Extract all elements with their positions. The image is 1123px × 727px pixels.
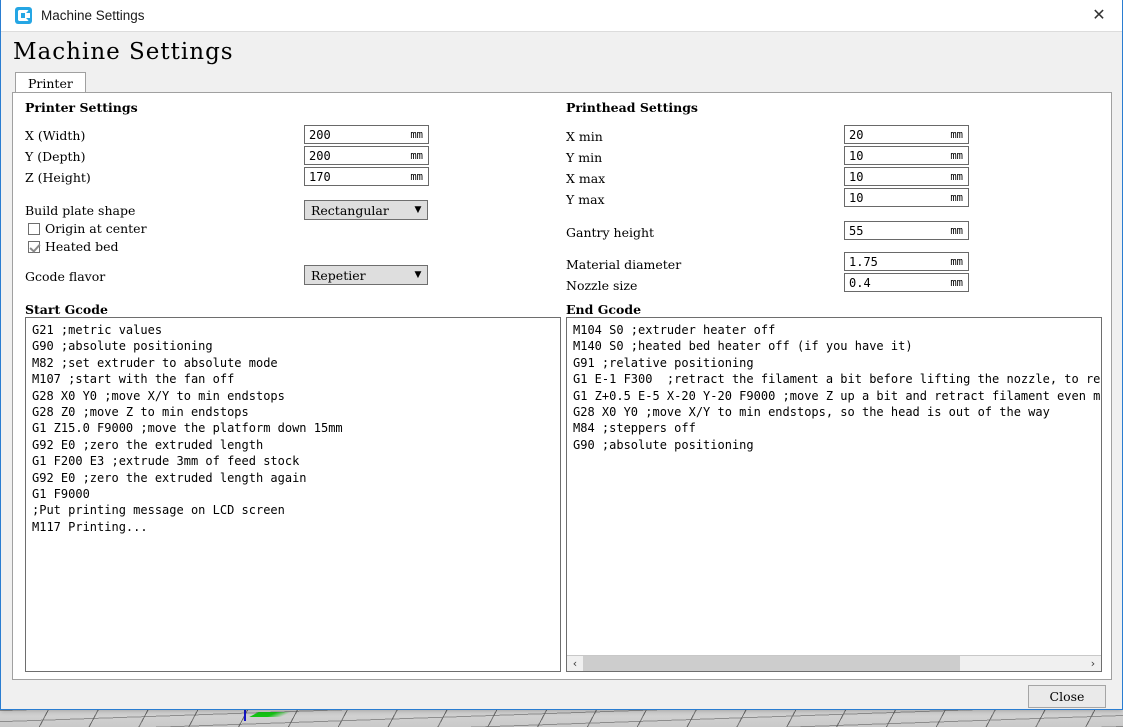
field-material-diameter[interactable]: 1.75 mm (844, 252, 969, 271)
field-y-max-value: 10 (845, 191, 950, 205)
field-gantry-height-unit: mm (950, 225, 968, 237)
checkbox-origin-at-center-box (28, 223, 40, 235)
start-gcode-textarea[interactable]: G21 ;metric values G90 ;absolute positio… (25, 317, 561, 672)
start-gcode-text: G21 ;metric values G90 ;absolute positio… (26, 318, 560, 535)
label-y-depth: Y (Depth) (25, 149, 85, 164)
close-button[interactable]: Close (1028, 685, 1106, 708)
field-gantry-height-value: 55 (845, 224, 950, 238)
field-x-min-unit: mm (950, 129, 968, 141)
label-nozzle-size: Nozzle size (566, 278, 637, 293)
field-nozzle-size-unit: mm (950, 277, 968, 289)
settings-panel: Printer Settings X (Width) 200 mm Y (Dep… (12, 92, 1112, 680)
chevron-down-icon: ▼ (409, 205, 427, 215)
field-nozzle-size-value: 0.4 (845, 276, 950, 290)
checkbox-origin-at-center[interactable]: Origin at center (28, 221, 147, 236)
field-nozzle-size[interactable]: 0.4 mm (844, 273, 969, 292)
label-gantry-height: Gantry height (566, 225, 654, 240)
dropdown-gcode-flavor-value: Repetier (305, 268, 409, 283)
label-gcode-flavor: Gcode flavor (25, 269, 105, 284)
scroll-right-arrow-icon[interactable]: › (1085, 657, 1101, 670)
dropdown-gcode-flavor[interactable]: Repetier ▼ (304, 265, 428, 285)
field-z-height-unit: mm (410, 171, 428, 183)
dialog-footer: Close (2, 681, 1121, 708)
machine-settings-dialog: Machine Settings ✕ Machine Settings Prin… (0, 0, 1123, 710)
label-y-min: Y min (566, 150, 602, 165)
field-y-depth[interactable]: 200 mm (304, 146, 429, 165)
tab-printer[interactable]: Printer (15, 72, 86, 93)
field-x-width-unit: mm (410, 129, 428, 141)
field-x-max-value: 10 (845, 170, 950, 184)
dialog-header: Machine Settings (1, 32, 1122, 72)
checkbox-heated-bed-box (28, 241, 40, 253)
field-y-min-value: 10 (845, 149, 950, 163)
field-material-diameter-value: 1.75 (845, 255, 950, 269)
end-gcode-text: M104 S0 ;extruder heater off M140 S0 ;he… (567, 318, 1101, 453)
label-x-min: X min (566, 129, 603, 144)
field-z-height[interactable]: 170 mm (304, 167, 429, 186)
field-x-max[interactable]: 10 mm (844, 167, 969, 186)
checkbox-heated-bed[interactable]: Heated bed (28, 239, 119, 254)
label-material-diameter: Material diameter (566, 257, 681, 272)
dropdown-build-plate-shape-value: Rectangular (305, 203, 409, 218)
field-x-width-value: 200 (305, 128, 410, 142)
field-material-diameter-unit: mm (950, 256, 968, 268)
field-x-width[interactable]: 200 mm (304, 125, 429, 144)
field-x-min-value: 20 (845, 128, 950, 142)
label-build-plate-shape: Build plate shape (25, 203, 135, 218)
scrollbar-thumb[interactable] (583, 656, 960, 672)
cura-app-icon (15, 7, 32, 24)
end-gcode-textarea[interactable]: M104 S0 ;extruder heater off M140 S0 ;he… (566, 317, 1102, 672)
label-z-height: Z (Height) (25, 170, 91, 185)
end-gcode-heading: End Gcode (566, 302, 641, 317)
checkbox-origin-at-center-label: Origin at center (45, 221, 147, 236)
printhead-settings-heading: Printhead Settings (566, 100, 698, 115)
field-x-min[interactable]: 20 mm (844, 125, 969, 144)
close-icon[interactable]: ✕ (1076, 0, 1122, 30)
field-z-height-value: 170 (305, 170, 410, 184)
page-title: Machine Settings (13, 39, 234, 65)
field-gantry-height[interactable]: 55 mm (844, 221, 969, 240)
printer-settings-heading: Printer Settings (25, 100, 138, 115)
end-gcode-horizontal-scrollbar[interactable]: ‹ › (567, 655, 1101, 671)
window-title: Machine Settings (41, 8, 145, 23)
field-x-max-unit: mm (950, 171, 968, 183)
title-bar: Machine Settings ✕ (1, 0, 1122, 32)
label-y-max: Y max (566, 192, 605, 207)
scrollbar-track[interactable] (583, 656, 1085, 672)
tab-bar: Printer (1, 72, 1122, 92)
field-y-min[interactable]: 10 mm (844, 146, 969, 165)
label-x-width: X (Width) (25, 128, 85, 143)
scroll-left-arrow-icon[interactable]: ‹ (567, 657, 583, 670)
checkbox-heated-bed-label: Heated bed (45, 239, 119, 254)
field-y-min-unit: mm (950, 150, 968, 162)
dropdown-build-plate-shape[interactable]: Rectangular ▼ (304, 200, 428, 220)
field-y-depth-unit: mm (410, 150, 428, 162)
field-y-depth-value: 200 (305, 149, 410, 163)
label-x-max: X max (566, 171, 605, 186)
chevron-down-icon: ▼ (409, 270, 427, 280)
field-y-max[interactable]: 10 mm (844, 188, 969, 207)
start-gcode-heading: Start Gcode (25, 302, 108, 317)
field-y-max-unit: mm (950, 192, 968, 204)
